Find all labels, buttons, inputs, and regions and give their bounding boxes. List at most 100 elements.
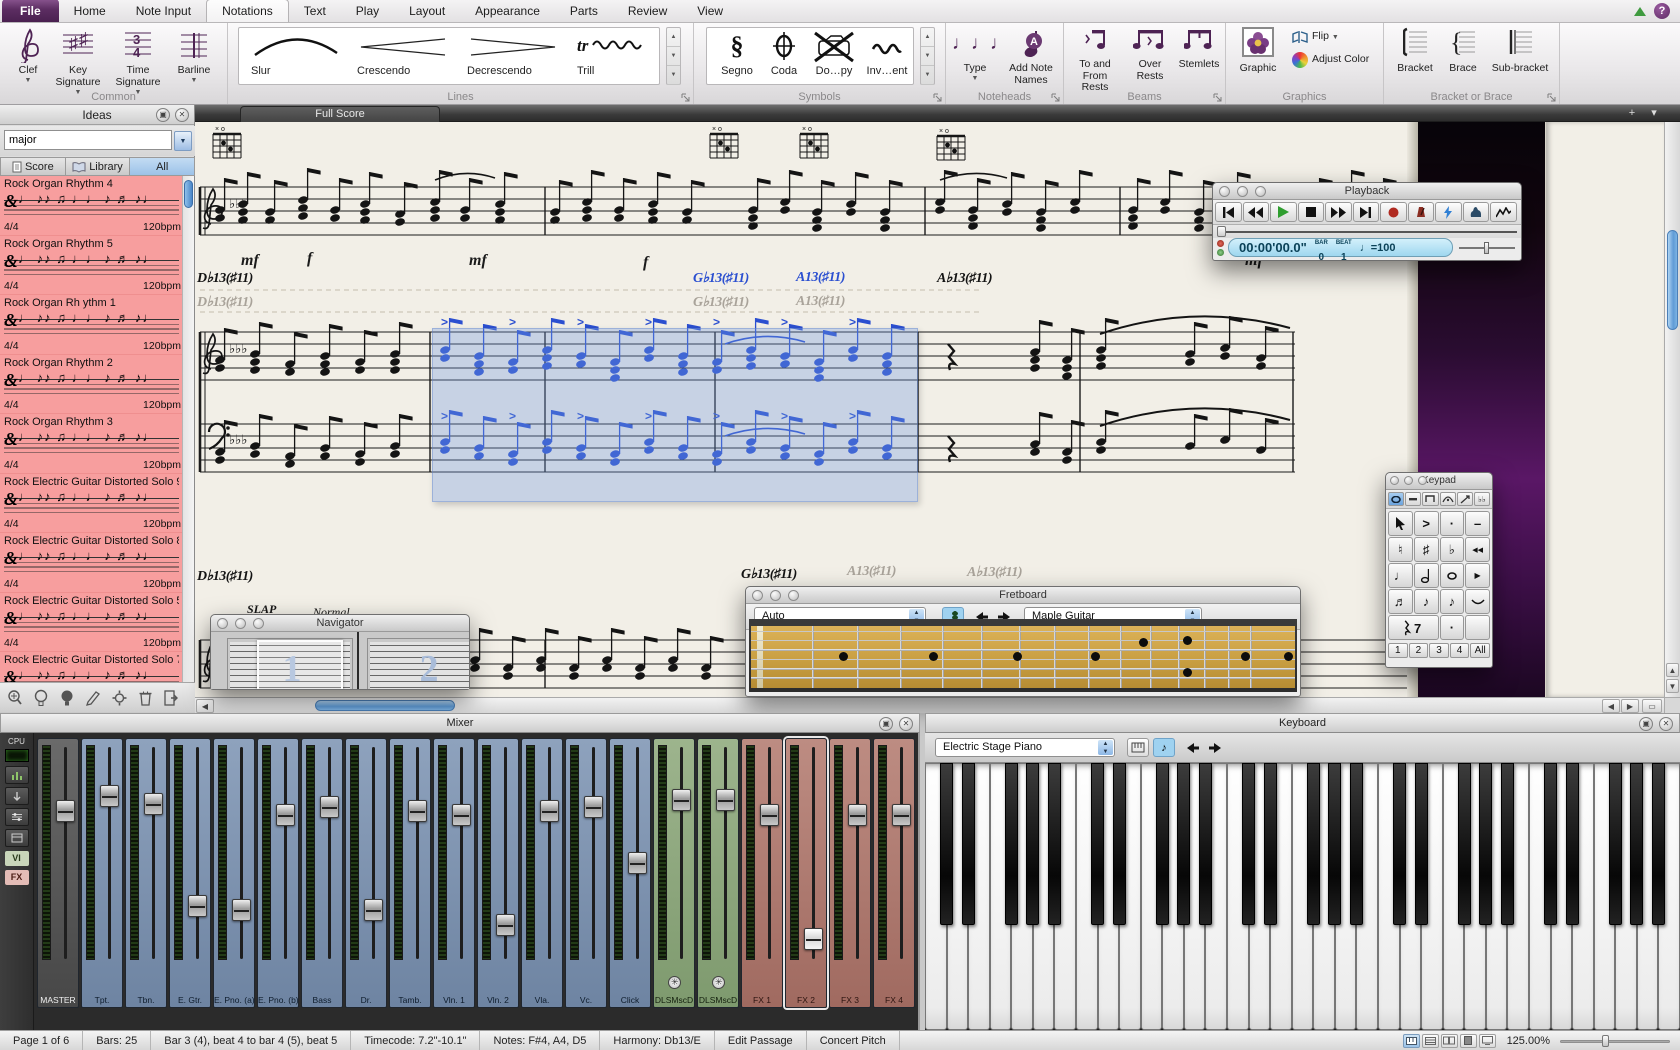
- sub-bracket-button[interactable]: Sub-bracket: [1486, 27, 1554, 75]
- tab-view[interactable]: View: [682, 0, 738, 22]
- keypad-8th-note-button[interactable]: ♪: [1414, 589, 1439, 614]
- keypad-prev-button[interactable]: ◀◀: [1465, 537, 1490, 562]
- black-key[interactable]: [1479, 763, 1492, 925]
- barline-button[interactable]: Barline▼: [170, 27, 218, 85]
- black-key[interactable]: [1350, 763, 1363, 925]
- voice-4-button[interactable]: 4: [1450, 643, 1470, 658]
- edit-idea-info-icon[interactable]: [81, 686, 105, 710]
- keypad-tab-articulations[interactable]: [1440, 492, 1456, 506]
- black-key[interactable]: [1242, 763, 1255, 925]
- mixer-channel-strip[interactable]: FX 1: [741, 738, 783, 1008]
- keypad-whole-note-button[interactable]: [1440, 563, 1465, 588]
- zoom-icon[interactable]: [253, 618, 264, 629]
- keypad-dot-button[interactable]: ·: [1440, 615, 1465, 640]
- ideas-close-icon[interactable]: ✕: [175, 108, 189, 122]
- beams-over-rests-button[interactable]: Over Rests: [1126, 27, 1174, 82]
- noteheads-dialog-launcher-icon[interactable]: [1051, 93, 1060, 102]
- status-segment[interactable]: Page 1 of 6: [0, 1031, 83, 1050]
- black-key[interactable]: [1177, 763, 1190, 925]
- fader-handle[interactable]: [540, 800, 559, 822]
- black-key[interactable]: [1393, 763, 1406, 925]
- ideas-tab-library[interactable]: Library: [66, 157, 131, 176]
- keypad-flat-button[interactable]: ♭: [1440, 537, 1465, 562]
- record-button[interactable]: [1380, 202, 1407, 222]
- keypad-rest-button[interactable]: 7: [1388, 615, 1439, 640]
- document-tab-full-score[interactable]: Full Score: [240, 106, 440, 122]
- fader-handle[interactable]: [232, 899, 251, 921]
- navigator-titlebar[interactable]: Navigator: [211, 615, 469, 632]
- black-key[interactable]: [1091, 763, 1104, 925]
- horizontal-scroll-thumb[interactable]: [315, 700, 455, 711]
- fader-handle[interactable]: [452, 804, 471, 826]
- help-icon[interactable]: ?: [1654, 3, 1670, 19]
- symbols-dialog-launcher-icon[interactable]: [933, 93, 942, 102]
- zoom-slider-thumb[interactable]: [1602, 1035, 1609, 1047]
- keypad-half-note-button[interactable]: [1414, 563, 1439, 588]
- navigator-window[interactable]: Navigator 1 2: [210, 614, 470, 690]
- panorama-view-icon[interactable]: [1422, 1034, 1439, 1048]
- keypad-titlebar[interactable]: Keypad: [1386, 473, 1492, 490]
- live-playback-button[interactable]: [1463, 202, 1490, 222]
- fader-handle[interactable]: [144, 793, 163, 815]
- add-note-names-button[interactable]: A Add Note Names: [1002, 27, 1060, 87]
- mixer-channel-strip[interactable]: Dr.: [345, 738, 387, 1008]
- lines-dialog-launcher-icon[interactable]: [681, 93, 690, 102]
- mixer-channel-strip[interactable]: E. Pno. (a): [213, 738, 255, 1008]
- horizontal-scrollbar[interactable]: ◀ ◀ ▶ ▭: [195, 697, 1664, 713]
- octave-up-icon[interactable]: [1205, 738, 1227, 757]
- keypad-tab-more-notes[interactable]: [1405, 492, 1421, 506]
- minimize-icon[interactable]: [1237, 186, 1248, 197]
- idea-item[interactable]: Rock Organ Rhythm 5 4/4 120bpm: [0, 236, 183, 296]
- keypad-8th-note-button[interactable]: ♪: [1440, 589, 1465, 614]
- trill-item[interactable]: tr Trill: [577, 31, 657, 82]
- playback-position-slider[interactable]: [1213, 225, 1521, 238]
- beams-to-from-rests-button[interactable]: To and From Rests: [1068, 27, 1122, 94]
- idea-item[interactable]: Rock Organ Rhythm 4 4/4 120bpm: [0, 176, 183, 236]
- import-idea-icon[interactable]: [159, 686, 183, 710]
- black-key[interactable]: [1566, 763, 1579, 925]
- keypad-natural-button[interactable]: ♮: [1388, 537, 1413, 562]
- fader-handle[interactable]: [320, 796, 339, 818]
- keyboard-view-icon[interactable]: [1403, 1034, 1420, 1048]
- close-icon[interactable]: [217, 618, 228, 629]
- keypad-tie-button[interactable]: [1465, 589, 1490, 614]
- mixer-channel-strip[interactable]: Tamb.: [389, 738, 431, 1008]
- strip-options-icon[interactable]: [5, 808, 29, 826]
- black-key[interactable]: [1307, 763, 1320, 925]
- narrow-strips-icon[interactable]: [5, 787, 29, 805]
- keypad-tab-beams[interactable]: [1422, 492, 1438, 506]
- fader-handle[interactable]: [584, 796, 603, 818]
- tab-file[interactable]: File: [2, 0, 59, 22]
- black-key[interactable]: [1113, 763, 1126, 925]
- black-key[interactable]: [940, 763, 953, 925]
- scroll-up-icon[interactable]: ▲: [1666, 663, 1679, 677]
- black-key[interactable]: [1026, 763, 1039, 925]
- fretboard-titlebar[interactable]: Fretboard: [746, 587, 1300, 604]
- key-signature-button[interactable]: ♯♯ Key Signature▼: [54, 27, 102, 96]
- black-key[interactable]: [1609, 763, 1622, 925]
- keypad-tenuto-button[interactable]: –: [1465, 511, 1490, 536]
- ideas-search-input[interactable]: [4, 130, 172, 150]
- fader-handle[interactable]: [672, 789, 691, 811]
- ideas-tab-all[interactable]: All: [130, 157, 195, 176]
- keyboard-float-icon[interactable]: ▣: [1639, 717, 1653, 731]
- ideas-float-icon[interactable]: ▣: [156, 108, 170, 122]
- meter-view-icon[interactable]: [5, 766, 29, 784]
- keypad-staccato-button[interactable]: ·: [1440, 511, 1465, 536]
- skip-to-start-button[interactable]: [1215, 202, 1242, 222]
- idea-item[interactable]: Rock Electric Guitar Distorted Solo 9 4/…: [0, 474, 183, 534]
- black-key[interactable]: [1415, 763, 1428, 925]
- follow-notes-toggle[interactable]: ♪: [1153, 738, 1175, 757]
- idea-item[interactable]: Rock Organ Rhythm 2 4/4 120bpm: [0, 355, 183, 415]
- metronome-click-button[interactable]: [1408, 202, 1435, 222]
- mixer-channel-strip[interactable]: Tpt.: [81, 738, 123, 1008]
- fader-handle[interactable]: [364, 899, 383, 921]
- keypad-tab-notes[interactable]: [1388, 492, 1404, 506]
- keypad-blank-button[interactable]: [1465, 615, 1490, 640]
- fader-handle[interactable]: [760, 804, 779, 826]
- fader-handle[interactable]: [892, 804, 911, 826]
- fader-handle[interactable]: [100, 785, 119, 807]
- black-key[interactable]: [1630, 763, 1643, 925]
- bracket-dialog-launcher-icon[interactable]: [1547, 93, 1556, 102]
- mixer-channel-strip[interactable]: FX 3: [829, 738, 871, 1008]
